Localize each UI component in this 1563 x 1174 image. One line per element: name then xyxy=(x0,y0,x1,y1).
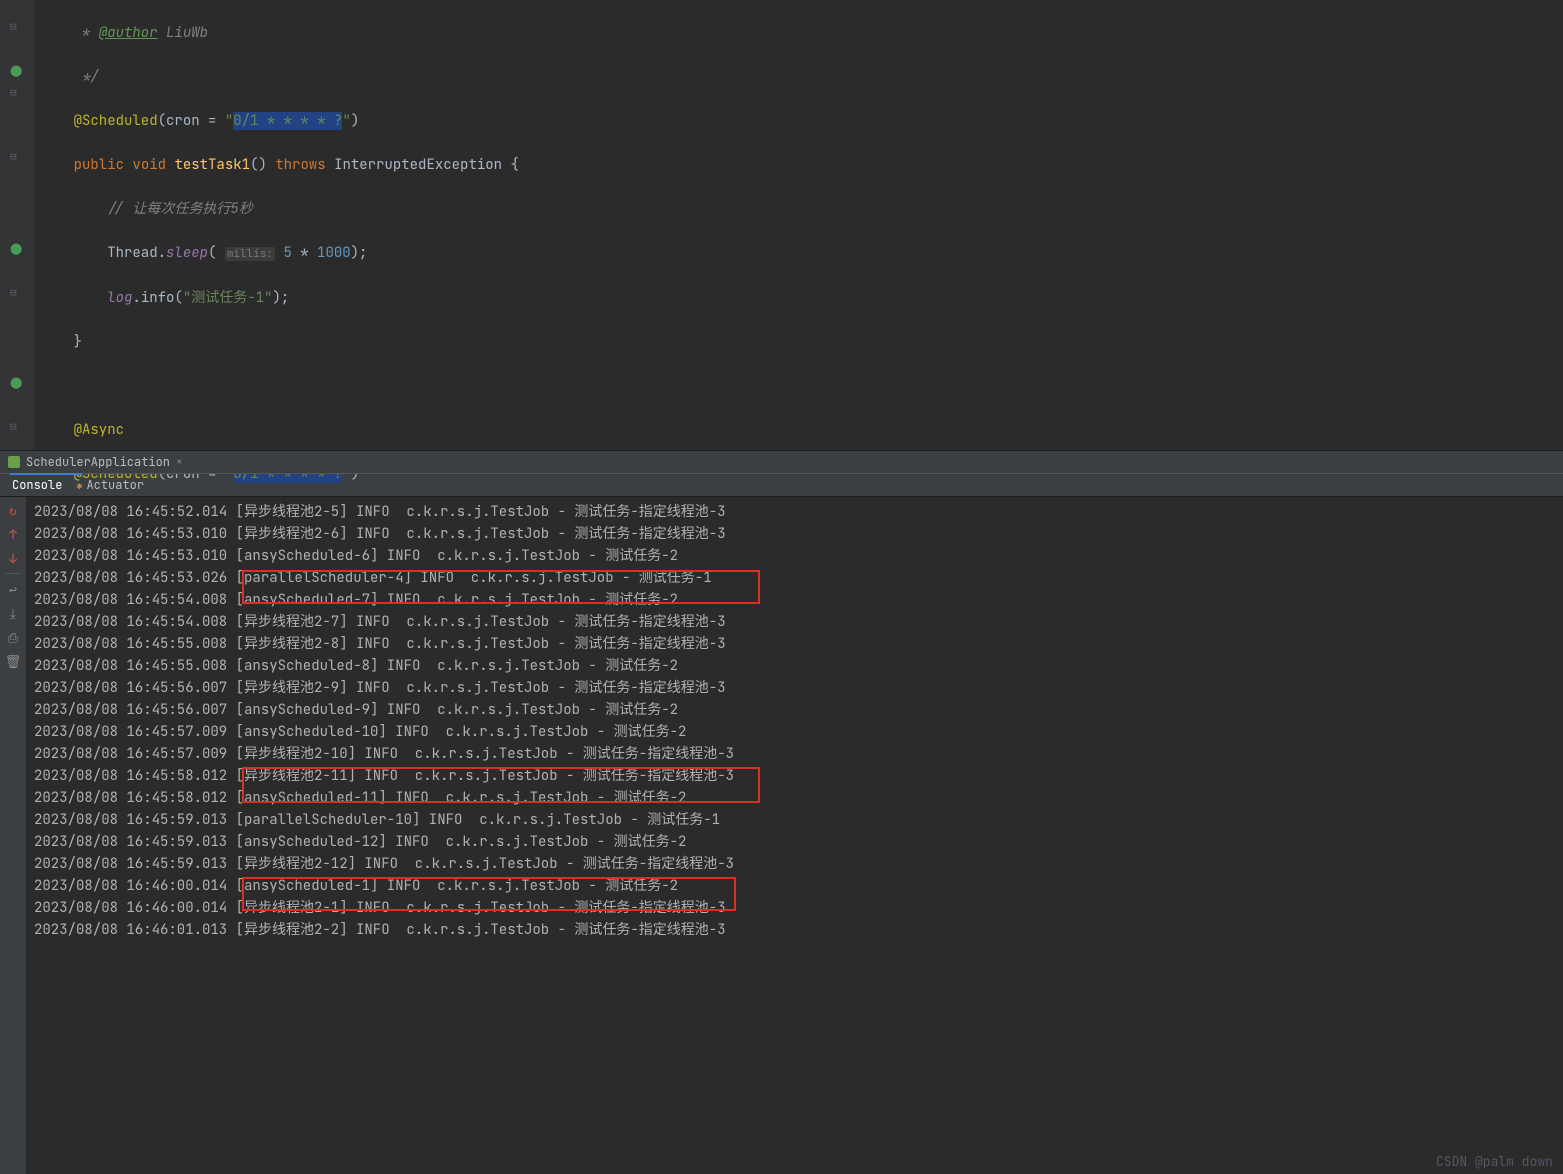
log-line: 2023/08/08 16:45:59.013 [异步线程池2-12] INFO… xyxy=(34,853,1555,875)
class-ref: Thread xyxy=(107,244,157,262)
run-panel-header[interactable]: SchedulerApplication × xyxy=(0,450,1563,474)
op: * xyxy=(292,244,317,262)
cron-value: 0/1 * * * * ? xyxy=(233,112,342,130)
soft-wrap-button[interactable]: ↩ xyxy=(4,580,22,598)
log-line: 2023/08/08 16:45:58.012 [ansyScheduled-1… xyxy=(34,787,1555,809)
log-line: 2023/08/08 16:45:54.008 [ansyScheduled-7… xyxy=(34,589,1555,611)
method-call: sleep xyxy=(166,244,208,262)
fold-icon[interactable]: ⊟ xyxy=(10,420,17,434)
fold-icon[interactable]: ⊟ xyxy=(10,150,17,164)
actuator-icon: ✱ xyxy=(76,479,82,492)
console-output[interactable]: 2023/08/08 16:45:52.014 [异步线程池2-5] INFO … xyxy=(26,497,1563,1174)
method-name: testTask1 xyxy=(174,156,250,174)
scheduled-annotation: @Scheduled xyxy=(74,112,158,130)
method-call: info xyxy=(141,289,175,307)
watermark: CSDN @palm down xyxy=(1436,1153,1553,1170)
author-name: LiuWb xyxy=(166,24,208,42)
javadoc-author-tag: @author xyxy=(99,24,158,42)
log-line: 2023/08/08 16:46:01.013 [异步线程池2-2] INFO … xyxy=(34,919,1555,941)
kw: public xyxy=(74,156,124,174)
tab-console[interactable]: Console xyxy=(12,477,62,493)
kw: throws xyxy=(275,156,325,174)
cron-param: cron = xyxy=(166,112,225,130)
tab-actuator-label: Actuator xyxy=(86,477,144,493)
code-editor[interactable]: ⊟ ⬤ ⊟ ⊟ ⬤ ⊟ ⬤ ⊟ * @author LiuWb */ @Sche… xyxy=(0,0,1563,450)
log-line: 2023/08/08 16:45:56.007 [ansyScheduled-9… xyxy=(34,699,1555,721)
log-line: 2023/08/08 16:45:53.026 [parallelSchedul… xyxy=(34,567,1555,589)
log-line: 2023/08/08 16:45:53.010 [异步线程池2-6] INFO … xyxy=(34,523,1555,545)
run-gutter-icon[interactable]: ⬤ xyxy=(10,242,22,256)
string-literal: "测试任务-1" xyxy=(183,289,273,307)
tab-actuator[interactable]: ✱ Actuator xyxy=(76,477,144,493)
active-tab-indicator xyxy=(10,473,82,475)
spring-boot-icon xyxy=(8,456,20,468)
scroll-up-button[interactable]: ↑ xyxy=(4,525,22,543)
separator xyxy=(5,573,21,574)
log-line: 2023/08/08 16:45:54.008 [异步线程池2-7] INFO … xyxy=(34,611,1555,633)
code-content[interactable]: * @author LiuWb */ @Scheduled(cron = "0/… xyxy=(34,0,1563,450)
log-line: 2023/08/08 16:45:53.010 [ansyScheduled-6… xyxy=(34,545,1555,567)
fold-icon[interactable]: ⊟ xyxy=(10,286,17,300)
kw: void xyxy=(132,156,166,174)
run-gutter-icon[interactable]: ⬤ xyxy=(10,376,22,390)
scroll-down-button[interactable]: ↓ xyxy=(4,549,22,567)
gutter: ⊟ ⬤ ⊟ ⊟ ⬤ ⊟ ⬤ ⊟ xyxy=(0,0,34,450)
log-line: 2023/08/08 16:45:52.014 [异步线程池2-5] INFO … xyxy=(34,501,1555,523)
fold-icon[interactable]: ⊟ xyxy=(10,86,17,100)
log-line: 2023/08/08 16:45:55.008 [异步线程池2-8] INFO … xyxy=(34,633,1555,655)
log-line: 2023/08/08 16:45:56.007 [异步线程池2-9] INFO … xyxy=(34,677,1555,699)
param-hint: millis: xyxy=(225,247,275,261)
close-tab-button[interactable]: × xyxy=(176,455,183,469)
comment: // 让每次任务执行5秒 xyxy=(107,200,253,218)
number: 1000 xyxy=(317,244,351,262)
log-line: 2023/08/08 16:45:59.013 [parallelSchedul… xyxy=(34,809,1555,831)
run-gutter-icon[interactable]: ⬤ xyxy=(10,64,22,78)
clear-all-button[interactable]: 🗑 xyxy=(4,652,22,670)
log-line: 2023/08/08 16:46:00.014 [异步线程池2-1] INFO … xyxy=(34,897,1555,919)
log-line: 2023/08/08 16:45:58.012 [异步线程池2-11] INFO… xyxy=(34,765,1555,787)
run-config-name: SchedulerApplication xyxy=(26,454,170,470)
print-button[interactable]: ⎙ xyxy=(4,628,22,646)
scroll-to-end-button[interactable]: ⤓ xyxy=(4,604,22,622)
tab-console-label: Console xyxy=(12,477,62,493)
async-annotation: @Async xyxy=(74,421,124,439)
log-line: 2023/08/08 16:45:57.009 [ansyScheduled-1… xyxy=(34,721,1555,743)
fold-icon[interactable]: ⊟ xyxy=(10,20,17,34)
log-line: 2023/08/08 16:45:59.013 [ansyScheduled-1… xyxy=(34,831,1555,853)
rerun-button[interactable]: ↻ xyxy=(4,501,22,519)
exception-type: InterruptedException xyxy=(334,156,502,174)
log-ref: log xyxy=(107,289,132,307)
log-line: 2023/08/08 16:46:00.014 [ansyScheduled-1… xyxy=(34,875,1555,897)
run-toolbar: ↻ ↑ ↓ ↩ ⤓ ⎙ 🗑 xyxy=(0,497,26,1174)
number: 5 xyxy=(283,244,291,262)
log-line: 2023/08/08 16:45:57.009 [异步线程池2-10] INFO… xyxy=(34,743,1555,765)
log-line: 2023/08/08 16:45:55.008 [ansyScheduled-8… xyxy=(34,655,1555,677)
